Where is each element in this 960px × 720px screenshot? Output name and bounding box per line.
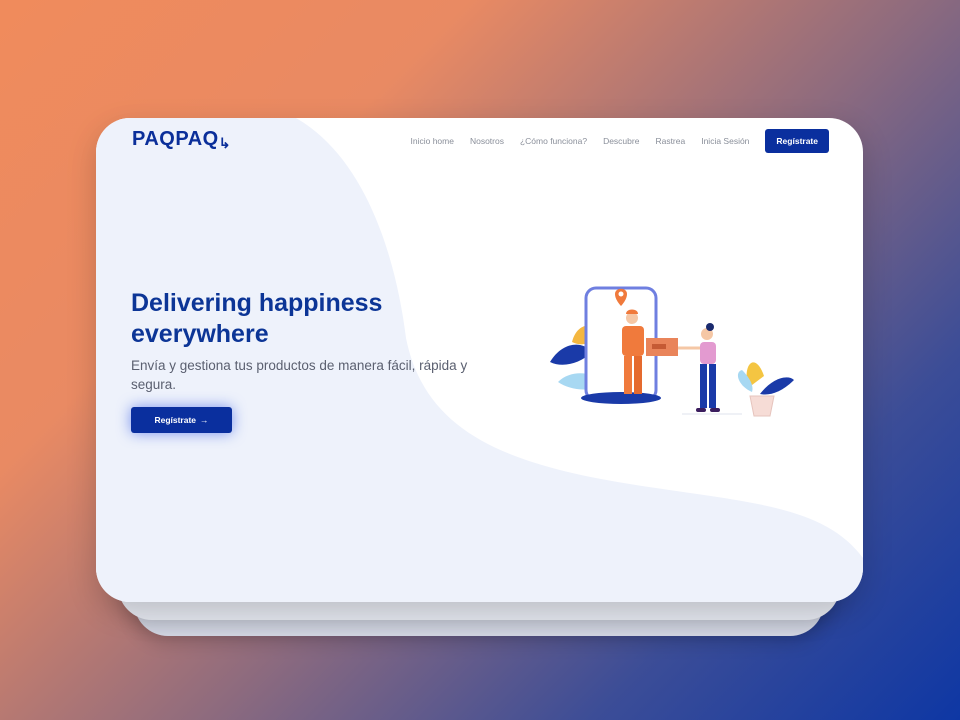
logo-text: PAQPAQ (132, 128, 219, 150)
hero-register-label: Regístrate (154, 415, 197, 425)
hero-subtitle: Envía y gestiona tus productos de manera… (131, 358, 468, 392)
top-navigation: Inicio home Nosotros ¿Cómo funciona? Des… (394, 129, 829, 153)
arrow-right-icon: → (200, 415, 209, 425)
logo[interactable]: PAQPAQ↳ (132, 128, 231, 151)
logo-arrow-icon: ↳ (218, 135, 231, 151)
customer-figure (678, 323, 742, 415)
hero-title: Delivering happiness everywhere (131, 289, 383, 348)
nav-link-nosotros[interactable]: Nosotros (470, 136, 504, 146)
delivery-illustration (550, 286, 794, 417)
package-box (646, 338, 678, 356)
potted-plant (737, 362, 794, 417)
hero-register-button[interactable]: Regístrate → (131, 407, 232, 433)
nav-link-inicio[interactable]: Inicio home (410, 136, 453, 146)
nav-link-rastrea[interactable]: Rastrea (655, 136, 685, 146)
nav-register-button[interactable]: Regístrate (765, 129, 829, 153)
nav-link-inicia-sesion[interactable]: Inicia Sesión (701, 136, 749, 146)
website-preview-card: PAQPAQ↳ Inicio home Nosotros ¿Cómo funci… (96, 118, 863, 602)
nav-link-como-funciona[interactable]: ¿Cómo funciona? (520, 136, 587, 146)
nav-link-descubre[interactable]: Descubre (603, 136, 639, 146)
